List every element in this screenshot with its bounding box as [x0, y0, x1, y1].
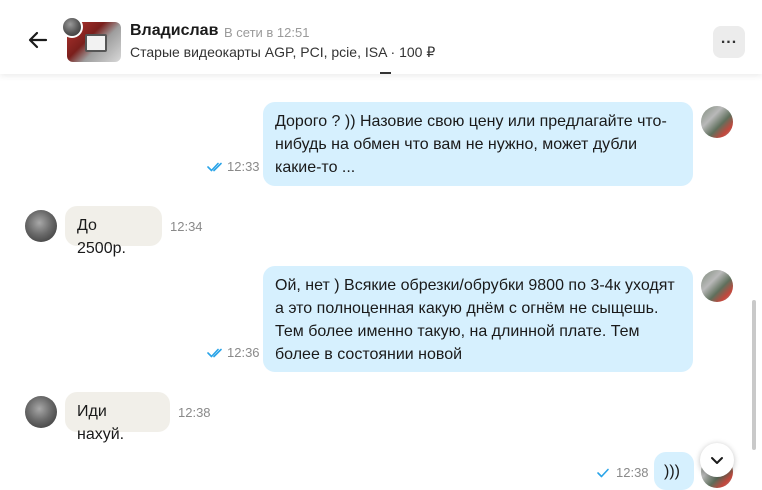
- message-bubble-incoming[interactable]: До 2500р.: [65, 206, 162, 257]
- message-time: 12:38: [616, 465, 649, 480]
- message-time: 12:36: [227, 345, 260, 360]
- message-bubble-outgoing[interactable]: ))): [654, 452, 694, 490]
- double-check-icon: [207, 346, 225, 358]
- single-check-icon: [596, 466, 614, 478]
- contact-avatar[interactable]: [61, 16, 83, 38]
- double-check-icon: [207, 160, 225, 172]
- contact-status: В сети в 12:51: [224, 25, 310, 40]
- chevron-down-icon: [711, 457, 723, 464]
- message-time: 12:38: [178, 405, 211, 420]
- chat-header: Владислав В сети в 12:51 Старые видеокар…: [0, 0, 762, 74]
- message-bubble-outgoing[interactable]: Ой, нет ) Всякие обрезки/обрубки 9800 по…: [263, 266, 693, 372]
- back-button[interactable]: [24, 26, 52, 54]
- message-bubble-outgoing[interactable]: Дорого ? )) Назовие свою цену или предла…: [263, 102, 693, 186]
- message-bubble-incoming[interactable]: Иди нахуй.: [65, 392, 170, 443]
- listing-title[interactable]: Старые видеокарты AGP, PCI, pcie, ISA · …: [130, 44, 435, 61]
- my-avatar: [701, 106, 733, 138]
- scroll-indicator: [380, 72, 391, 74]
- message-time: 12:34: [170, 219, 203, 234]
- message-time: 12:33: [227, 159, 260, 174]
- arrow-left-icon: [28, 31, 48, 49]
- contact-message-avatar: [25, 210, 57, 242]
- my-avatar: [701, 270, 733, 302]
- scrollbar[interactable]: [752, 300, 756, 450]
- contact-name[interactable]: Владислав: [130, 22, 218, 40]
- more-horizontal-icon: ...: [720, 30, 738, 47]
- contact-message-avatar: [25, 396, 57, 428]
- scroll-down-button[interactable]: [700, 443, 734, 477]
- more-menu-button[interactable]: ...: [713, 26, 745, 58]
